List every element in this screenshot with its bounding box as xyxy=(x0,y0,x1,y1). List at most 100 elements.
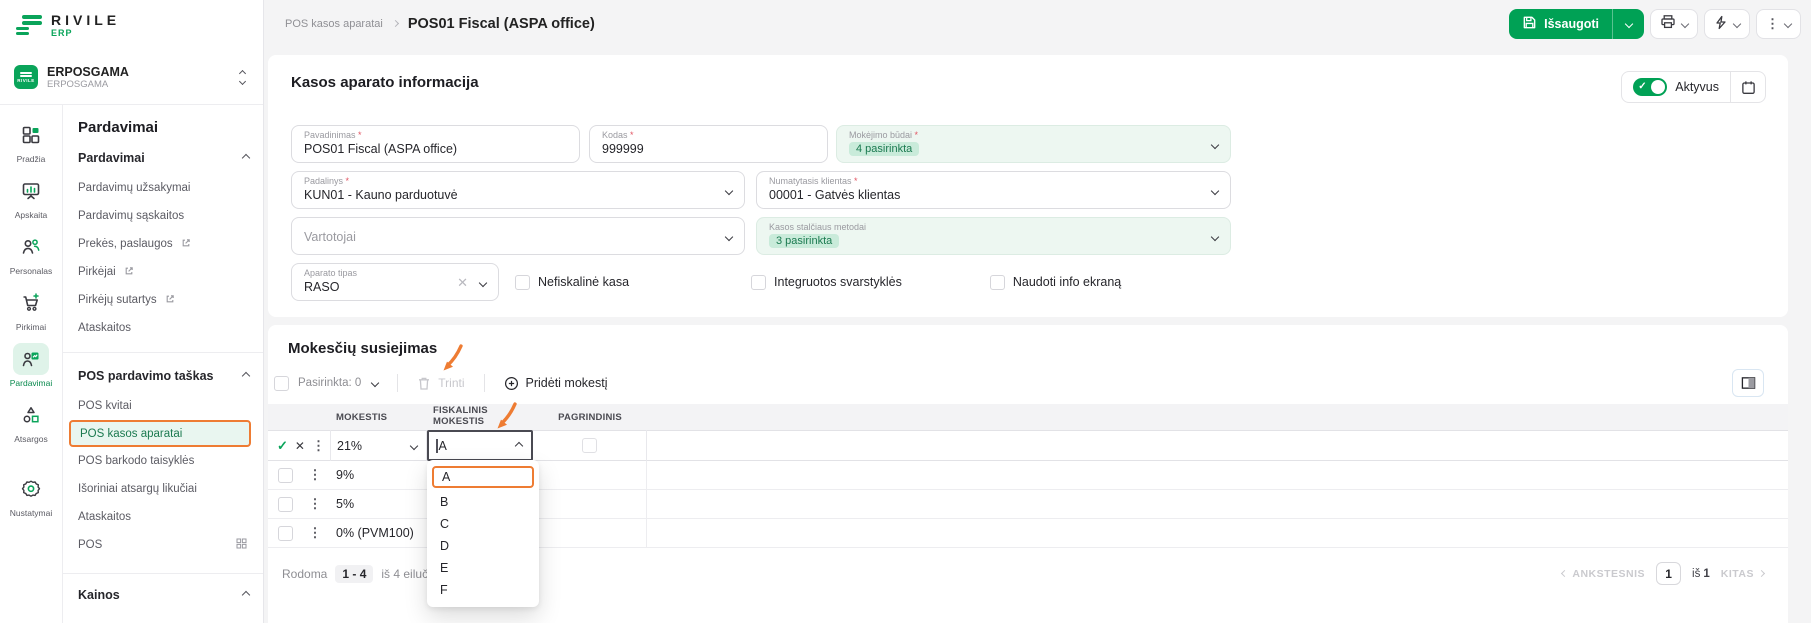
row-checkbox[interactable] xyxy=(277,496,293,512)
sidebar-item-ataskaitos-2[interactable]: Ataskaitos xyxy=(63,503,263,531)
cart-icon xyxy=(13,287,49,319)
kebab-icon[interactable]: ⋮ xyxy=(309,467,322,483)
external-link-icon xyxy=(124,266,134,279)
sidebar-item-isoriniai-atsargu-likuciai[interactable]: Išoriniai atsargų likučiai xyxy=(63,475,263,503)
checkbox[interactable] xyxy=(515,274,530,290)
cancel-icon[interactable]: ✕ xyxy=(295,439,305,453)
field-value: 999999 xyxy=(602,142,644,156)
integruotos-svarstykles-checkbox[interactable]: Integruotos svarstyklės xyxy=(751,274,902,290)
sidebar-item-pardavimu-saskaitos[interactable]: Pardavimų sąskaitos xyxy=(63,202,263,230)
kebab-icon[interactable]: ⋮ xyxy=(312,438,325,454)
sidebar-item-pos-kvitai[interactable]: POS kvitai xyxy=(63,392,263,420)
org-names: ERPOSGAMA ERPOSGAMA xyxy=(47,65,231,90)
mokestis-select[interactable]: 21% xyxy=(330,430,427,461)
checkbox[interactable] xyxy=(751,274,767,290)
mokestis-value: 0% (PVM100) xyxy=(336,526,414,540)
kodas-field[interactable]: Kodas 999999 xyxy=(589,125,828,163)
kasos-stalciaus-field[interactable]: Kasos stalčiaus metodai 3 pasirinkta xyxy=(756,217,1231,255)
rail-item-pirkimai[interactable]: Pirkimai xyxy=(2,281,60,337)
mokejimo-budai-field[interactable]: Mokėjimo būdai 4 pasirinkta xyxy=(836,125,1231,163)
rail-item-atsargos[interactable]: Atsargos xyxy=(2,393,60,449)
section-kainos[interactable]: Kainos xyxy=(78,588,251,602)
kebab-icon[interactable]: ⋮ xyxy=(309,525,322,541)
app-root: RIVILE ERP RIVILE ERPOSGAMA ERPOSGAMA Pr… xyxy=(0,0,1811,623)
clear-icon[interactable]: ✕ xyxy=(457,275,468,291)
active-toggle[interactable]: ✓ xyxy=(1633,78,1668,96)
printer-icon xyxy=(1660,14,1676,33)
confirm-icon[interactable]: ✓ xyxy=(277,438,288,454)
org-badge-icon: RIVILE xyxy=(14,65,38,89)
selected-count-chip: 4 pasirinkta xyxy=(849,142,920,156)
sidebar-item-pirkeju-sutartys[interactable]: Pirkėjų sutartys xyxy=(63,286,263,314)
chevron-up-icon xyxy=(241,590,251,600)
nefiskaline-kasa-checkbox[interactable]: Nefiskalinė kasa xyxy=(515,274,629,290)
rail-item-apskaita[interactable]: Apskaita xyxy=(2,169,60,225)
aparato-tipas-field[interactable]: Aparato tipas RASO ✕ xyxy=(291,263,499,301)
chevron-down-icon[interactable] xyxy=(371,378,380,388)
rail-label: Pradžia xyxy=(16,154,46,164)
org-switch-icon[interactable] xyxy=(238,69,247,85)
checkbox[interactable] xyxy=(989,274,1005,290)
fiskalinis-value: A xyxy=(438,438,447,453)
icon-rail: Pradžia Apskaita Personalas Pirkimai Par… xyxy=(0,105,63,623)
rail-item-nustatymai[interactable]: Nustatymai xyxy=(2,467,60,523)
save-split-button[interactable]: Išsaugoti xyxy=(1509,8,1644,39)
pagrindinis-checkbox[interactable] xyxy=(582,438,597,453)
checkbox-label: Integruotos svarstyklės xyxy=(774,275,902,289)
print-button[interactable] xyxy=(1650,8,1698,39)
item-label: Pardavimų sąskaitos xyxy=(78,210,185,222)
next-page-button[interactable]: KITAS xyxy=(1721,568,1766,580)
calendar-button[interactable] xyxy=(1731,71,1765,103)
toggle-knob xyxy=(1651,80,1666,94)
rail-item-pardavimai[interactable]: Pardavimai xyxy=(2,337,60,393)
row-checkbox[interactable] xyxy=(277,467,293,483)
sidebar-item-pardavimu-uzsakymai[interactable]: Pardavimų užsakymai xyxy=(63,174,263,202)
more-button[interactable]: ⋮ xyxy=(1756,8,1801,39)
dropdown-option-d[interactable]: D xyxy=(427,535,539,557)
dropdown-option-f[interactable]: F xyxy=(427,579,539,601)
sidebar-item-pos[interactable]: POS xyxy=(63,531,263,559)
selected-count-label: Pasirinkta: 0 xyxy=(298,377,362,389)
rail-item-personalas[interactable]: Personalas xyxy=(2,225,60,281)
field-label: Mokėjimo būdai xyxy=(849,130,1218,140)
pagrindinis-cell xyxy=(533,489,647,519)
section-pos-pardavimo-taskas[interactable]: POS pardavimo taškas xyxy=(78,369,251,383)
shapes-icon xyxy=(13,399,49,431)
numatytasis-klientas-field[interactable]: Numatytasis klientas 00001 - Gatvės klie… xyxy=(756,171,1231,209)
add-tax-button[interactable]: Pridėti mokestį xyxy=(504,376,608,391)
row-checkbox[interactable] xyxy=(277,525,293,541)
dropdown-option-a[interactable]: A xyxy=(432,466,534,488)
delete-button[interactable]: Trinti xyxy=(417,376,465,391)
sidebar-item-prekes-paslaugos[interactable]: Prekės, paslaugos xyxy=(63,230,263,258)
pavadinimas-field[interactable]: Pavadinimas POS01 Fiscal (ASPA office) xyxy=(291,125,580,163)
prev-page-button[interactable]: ANKSTESNIS xyxy=(1561,568,1645,580)
save-dropdown-button[interactable] xyxy=(1613,9,1644,39)
main-area: POS kasos aparatai POS01 Fiscal (ASPA of… xyxy=(264,0,1811,623)
field-label: Numatytasis klientas xyxy=(769,176,1218,186)
padalinys-field[interactable]: Padalinys KUN01 - Kauno parduotuvė xyxy=(291,171,745,209)
fiskalinis-combobox[interactable]: A A B C D E F xyxy=(427,430,539,607)
dropdown-option-b[interactable]: B xyxy=(427,491,539,513)
item-label: Prekės, paslaugos xyxy=(78,238,173,250)
vartotojai-field[interactable]: Vartotojai xyxy=(291,217,745,255)
dropdown-option-c[interactable]: C xyxy=(427,513,539,535)
sidebar-item-pirkejai[interactable]: Pirkėjai xyxy=(63,258,263,286)
select-all-checkbox[interactable] xyxy=(274,375,289,391)
field-label: Pavadinimas xyxy=(304,130,567,140)
column-settings-button[interactable] xyxy=(1732,369,1764,397)
chevron-up-icon[interactable] xyxy=(514,441,524,450)
naudoti-info-ekrana-checkbox[interactable]: Naudoti info ekraną xyxy=(989,274,1121,290)
current-page-input[interactable]: 1 xyxy=(1656,562,1682,585)
sidebar-item-pos-kasos-aparatai[interactable]: POS kasos aparatai xyxy=(69,420,251,447)
sidebar-item-pos-barkodo-taisykles[interactable]: POS barkodo taisyklės xyxy=(63,447,263,475)
org-selector[interactable]: RIVILE ERPOSGAMA ERPOSGAMA xyxy=(10,54,253,100)
breadcrumb-parent[interactable]: POS kasos aparatai xyxy=(285,18,383,30)
item-label: Išoriniai atsargų likučiai xyxy=(78,483,197,495)
taxes-card: Mokesčių susiejimas Pasirinkta: 0 Trinti xyxy=(268,325,1788,623)
sidebar-item-ataskaitos[interactable]: Ataskaitos xyxy=(63,314,263,342)
actions-button[interactable] xyxy=(1704,8,1750,39)
kebab-icon[interactable]: ⋮ xyxy=(309,496,322,512)
rail-item-pradzia[interactable]: Pradžia xyxy=(2,113,60,169)
section-pardavimai[interactable]: Pardavimai xyxy=(78,151,251,165)
dropdown-option-e[interactable]: E xyxy=(427,557,539,579)
